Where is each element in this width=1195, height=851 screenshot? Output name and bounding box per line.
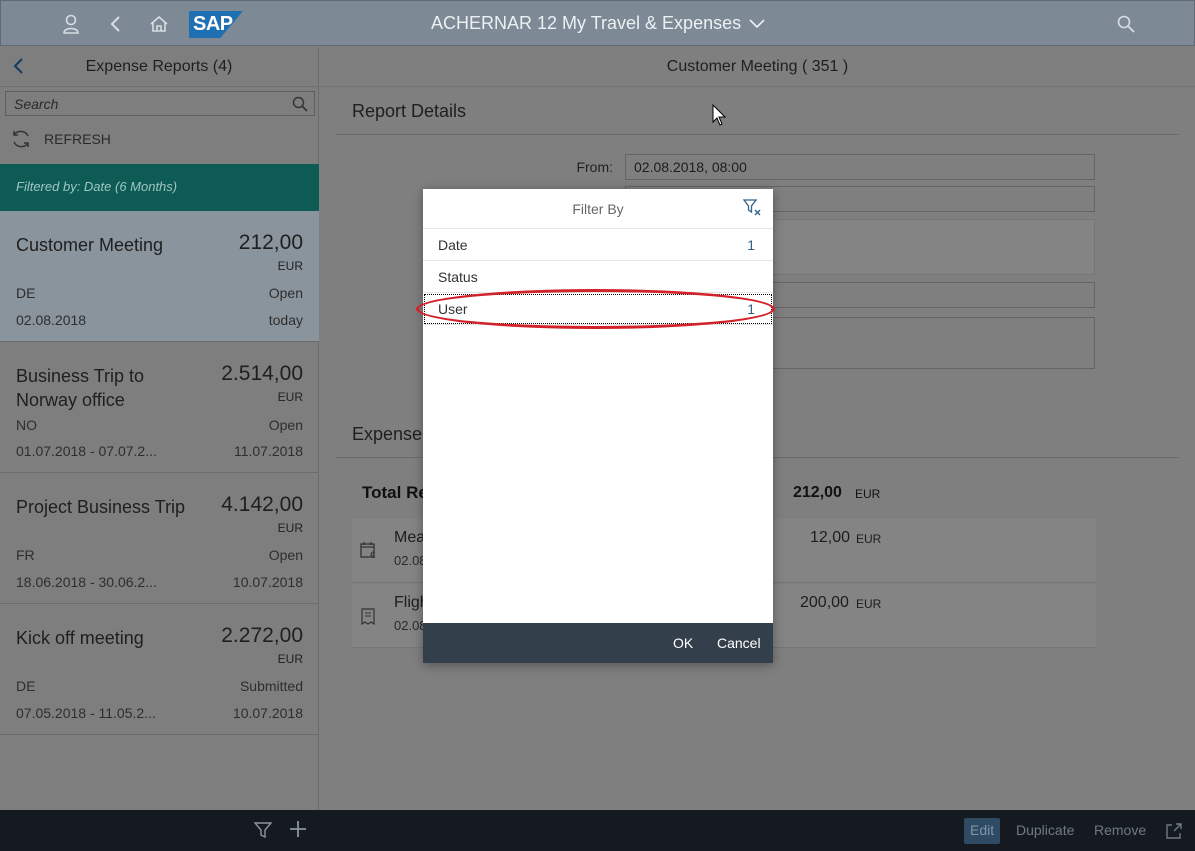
receipt-icon bbox=[361, 608, 375, 630]
dialog-title: Filter By bbox=[572, 201, 624, 217]
total-label: Total Re bbox=[362, 483, 428, 502]
item-currency: EUR bbox=[277, 652, 303, 666]
expense-currency: EUR bbox=[856, 532, 882, 546]
item-name: Project Business Trip bbox=[16, 497, 186, 517]
item-status: Submitted bbox=[239, 678, 303, 694]
total-amount: 212,00 bbox=[793, 484, 842, 501]
master-footer bbox=[0, 810, 320, 851]
refresh-icon bbox=[13, 130, 29, 148]
shell-header: SAP ACHERNAR 12 My Travel & Expenses bbox=[0, 0, 1195, 46]
item-country: NO bbox=[16, 417, 37, 433]
item-date-changed: 10.07.2018 bbox=[232, 574, 303, 590]
item-date-changed: 11.07.2018 bbox=[233, 443, 303, 459]
item-status: Open bbox=[268, 547, 303, 563]
expense-date: 02.08 bbox=[394, 553, 427, 568]
filter-item-label: Date bbox=[438, 237, 468, 253]
ok-button[interactable]: OK bbox=[673, 635, 693, 651]
item-country: DE bbox=[16, 678, 36, 694]
list-item[interactable]: Kick off meeting 2.272,00 EUR DE Submitt… bbox=[0, 604, 319, 735]
app-title-text: ACHERNAR 12 My Travel & Expenses bbox=[431, 13, 742, 33]
search-icon[interactable] bbox=[292, 96, 308, 117]
item-dates: 01.07.2018 - 07.07.2... bbox=[16, 443, 157, 459]
item-dates: 02.08.2018 bbox=[16, 312, 87, 328]
item-date-changed: 10.07.2018 bbox=[232, 705, 303, 721]
filter-info-bar[interactable]: Filtered by: Date (6 Months) bbox=[0, 164, 319, 211]
item-amount: 2.514,00 bbox=[221, 362, 303, 385]
report-details-title: Report Details bbox=[352, 101, 467, 121]
duplicate-button[interactable]: Duplicate bbox=[1010, 818, 1080, 844]
svg-text:€: € bbox=[370, 551, 376, 559]
highlight-annotation bbox=[416, 289, 775, 329]
remove-button[interactable]: Remove bbox=[1088, 818, 1152, 844]
filter-icon[interactable] bbox=[253, 822, 273, 843]
refresh-label: REFRESH bbox=[44, 131, 111, 147]
filter-item-label: Status bbox=[438, 269, 478, 285]
filter-item-date[interactable]: Date 1 bbox=[423, 229, 773, 261]
back-icon[interactable] bbox=[102, 11, 128, 37]
master-header: Expense Reports (4) bbox=[0, 47, 318, 87]
list-item[interactable]: Business Trip to Norway office 2.514,00 … bbox=[0, 342, 319, 473]
item-status: Open bbox=[268, 417, 303, 433]
item-country: DE bbox=[16, 285, 36, 301]
refresh-button[interactable]: REFRESH bbox=[10, 129, 111, 149]
user-icon[interactable] bbox=[58, 11, 84, 37]
item-dates: 18.06.2018 - 30.06.2... bbox=[16, 574, 157, 590]
list-item[interactable]: Project Business Trip 4.142,00 EUR FR Op… bbox=[0, 473, 319, 604]
item-name: Kick off meeting bbox=[16, 628, 144, 648]
detail-title: Customer Meeting ( 351 ) bbox=[320, 47, 1195, 87]
chevron-down-icon bbox=[749, 18, 765, 28]
dialog-footer: OK Cancel bbox=[423, 623, 773, 663]
expense-currency: EUR bbox=[856, 597, 882, 611]
search-input[interactable] bbox=[6, 92, 286, 115]
expense-amount: 200,00 bbox=[800, 594, 849, 611]
item-dates: 07.05.2018 - 11.05.2... bbox=[16, 705, 156, 721]
from-label: From: bbox=[576, 159, 613, 175]
dialog-header: Filter By bbox=[423, 189, 773, 229]
mouse-cursor-icon bbox=[712, 103, 727, 131]
expense-amount: 12,00 bbox=[810, 529, 851, 546]
list-item[interactable]: Customer Meeting 212,00 EUR DE Open 02.0… bbox=[0, 211, 319, 342]
calendar-euro-icon: € bbox=[360, 541, 378, 564]
item-amount: 4.142,00 bbox=[221, 493, 303, 516]
cancel-button[interactable]: Cancel bbox=[717, 635, 761, 651]
filter-dialog: Filter By Date 1 Status User 1 OK Cancel bbox=[423, 189, 773, 663]
item-currency: EUR bbox=[277, 259, 303, 273]
search-field[interactable] bbox=[5, 91, 315, 116]
item-date-changed: today bbox=[268, 312, 303, 328]
item-country: FR bbox=[16, 547, 35, 563]
divider bbox=[336, 134, 1179, 135]
from-field[interactable]: 02.08.2018, 08:00 bbox=[625, 154, 1095, 180]
clear-filter-icon[interactable] bbox=[742, 199, 763, 220]
add-icon[interactable] bbox=[289, 820, 307, 843]
expenses-title: Expense bbox=[352, 424, 423, 444]
item-currency: EUR bbox=[277, 390, 303, 404]
expense-title: Mea bbox=[394, 529, 426, 546]
filter-item-count: 1 bbox=[747, 237, 755, 253]
detail-footer: Edit Duplicate Remove bbox=[320, 810, 1195, 851]
item-name: Business Trip to Norway office bbox=[16, 366, 145, 410]
home-icon[interactable] bbox=[146, 11, 172, 37]
edit-button[interactable]: Edit bbox=[964, 818, 1001, 844]
search-icon[interactable] bbox=[1113, 11, 1139, 37]
master-title: Expense Reports (4) bbox=[85, 58, 233, 75]
item-amount: 212,00 bbox=[238, 231, 303, 254]
item-name: Customer Meeting bbox=[16, 235, 164, 255]
expense-report-list: Customer Meeting 212,00 EUR DE Open 02.0… bbox=[0, 211, 319, 735]
sap-logo[interactable]: SAP bbox=[189, 11, 243, 38]
share-icon[interactable] bbox=[1165, 822, 1183, 845]
expense-date: 02.08 bbox=[394, 618, 427, 633]
total-currency: EUR bbox=[855, 487, 881, 501]
item-currency: EUR bbox=[277, 521, 303, 535]
item-status: Open bbox=[268, 285, 303, 301]
app-title[interactable]: ACHERNAR 12 My Travel & Expenses bbox=[431, 13, 765, 34]
master-pane: Expense Reports (4) REFRESH Filtered by:… bbox=[0, 47, 319, 810]
item-amount: 2.272,00 bbox=[221, 624, 303, 647]
